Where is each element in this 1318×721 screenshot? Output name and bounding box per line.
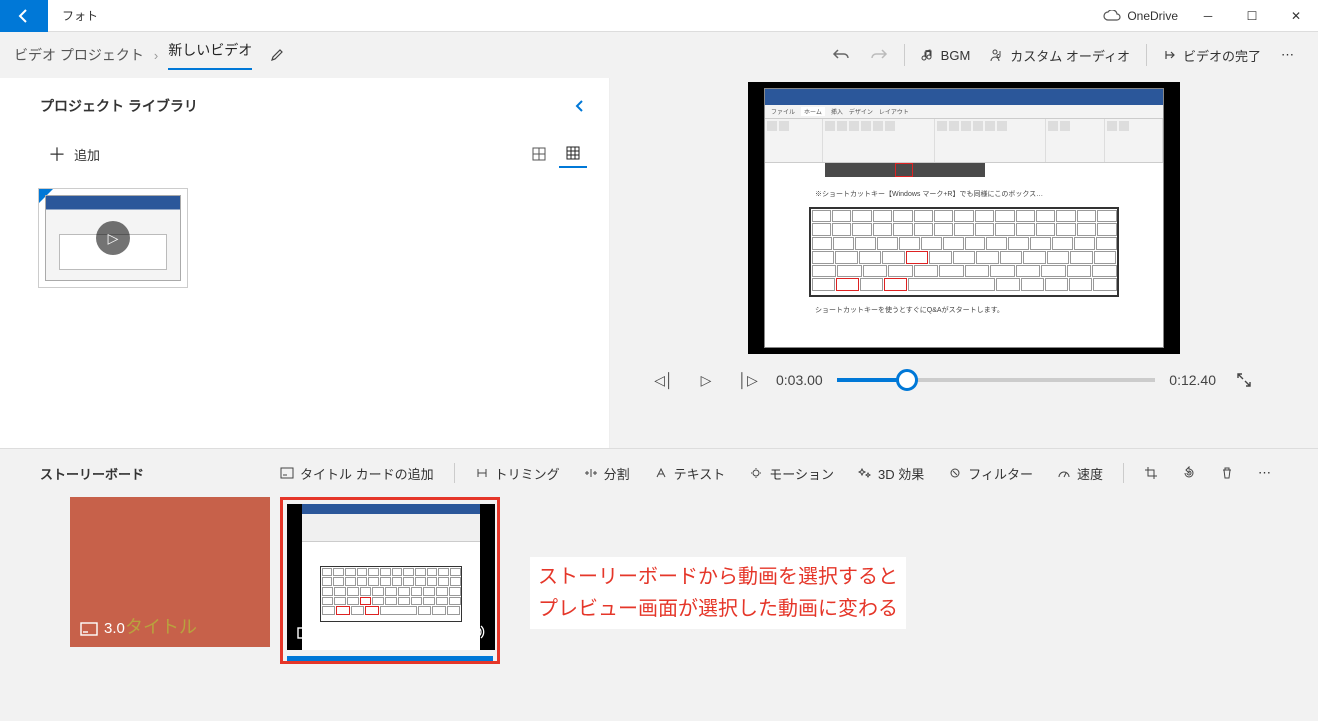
title-card-text: タイトル [125, 613, 197, 639]
motion-button[interactable]: モーション [741, 464, 842, 483]
video-frame: ファイルホーム挿入デザインレイアウト ※ショートカットキー【Windows マー… [764, 88, 1164, 348]
total-time: 0:12.40 [1169, 372, 1216, 388]
trash-icon [1220, 466, 1234, 480]
prev-frame-button[interactable]: ◁│ [650, 366, 678, 394]
split-button[interactable]: 分割 [576, 464, 638, 483]
library-clip-thumbnail[interactable]: ▷ [38, 188, 188, 288]
sparkle-icon [858, 467, 872, 479]
clip-audio-icon [467, 624, 485, 640]
speed-button[interactable]: 速度 [1049, 464, 1111, 483]
selected-clip-highlight: 9.37 [280, 497, 500, 664]
storyboard-title: ストーリーボード [40, 464, 144, 483]
seek-knob[interactable] [896, 369, 918, 391]
divider [1146, 44, 1147, 66]
grid-large-icon [532, 147, 546, 161]
app-title: フォト [62, 7, 98, 24]
crop-icon [1144, 466, 1158, 480]
breadcrumb-current[interactable]: 新しいビデオ [168, 40, 252, 70]
title-card-clip[interactable]: 3.0 タイトル [70, 497, 270, 647]
back-button[interactable] [0, 0, 48, 32]
pencil-icon [270, 48, 284, 62]
rotate-button[interactable] [1174, 466, 1204, 480]
close-button[interactable]: ✕ [1274, 0, 1318, 32]
library-title: プロジェクト ライブラリ [40, 96, 573, 116]
music-icon [921, 48, 935, 62]
card-icon [80, 622, 98, 636]
storyboard-toolbar: ストーリーボード タイトル カードの追加 トリミング 分割 テキスト モーション… [0, 449, 1318, 497]
breadcrumb-root[interactable]: ビデオ プロジェクト [14, 45, 144, 65]
more-button[interactable]: ⋯ [1271, 47, 1304, 63]
redo-icon [870, 46, 888, 64]
maximize-button[interactable]: ☐ [1230, 0, 1274, 32]
storyboard-track: 3.0 タイトル 9.3 [0, 497, 1318, 664]
title-duration-badge: 3.0 [80, 620, 125, 637]
delete-button[interactable] [1212, 466, 1242, 480]
divider [1123, 463, 1124, 483]
annotation-text: ストーリーボードから動画を選択すると プレビュー画面が選択した動画に変わる [530, 557, 906, 629]
trim-icon [475, 467, 489, 479]
text-button[interactable]: テキスト [646, 464, 734, 483]
custom-audio-button[interactable]: カスタム オーディオ [980, 46, 1140, 65]
chevron-right-icon: › [154, 48, 158, 63]
main-area: プロジェクト ライブラリ ＋ 追加 ▷ [0, 78, 1318, 448]
add-title-card-button[interactable]: タイトル カードの追加 [272, 464, 442, 483]
storyboard-more-button[interactable]: ⋯ [1250, 465, 1279, 481]
trim-button[interactable]: トリミング [467, 464, 568, 483]
grid-small-icon [566, 146, 580, 160]
next-frame-button[interactable]: │▷ [734, 366, 762, 394]
card-icon [280, 467, 294, 479]
speaker-icon [467, 624, 485, 640]
add-media-button[interactable]: ＋ 追加 [48, 141, 100, 167]
undo-icon [832, 46, 850, 64]
view-large-button[interactable] [525, 140, 553, 168]
speed-icon [1057, 467, 1071, 479]
storyboard-panel: ストーリーボード タイトル カードの追加 トリミング 分割 テキスト モーション… [0, 448, 1318, 684]
filter-button[interactable]: フィルター [940, 464, 1041, 483]
minimize-button[interactable]: ─ [1186, 0, 1230, 32]
filter-icon [948, 467, 962, 479]
collapse-library-button[interactable] [573, 99, 587, 113]
divider [904, 44, 905, 66]
video-icon [297, 626, 315, 640]
preview-panel: ファイルホーム挿入デザインレイアウト ※ショートカットキー【Windows マー… [610, 78, 1318, 448]
bgm-button[interactable]: BGM [911, 48, 981, 63]
fullscreen-button[interactable] [1230, 366, 1258, 394]
rotate-icon [1182, 466, 1196, 480]
person-music-icon [990, 48, 1004, 62]
video-clip[interactable]: 9.37 [287, 504, 495, 650]
3d-effect-button[interactable]: 3D 効果 [850, 464, 932, 483]
clip-selection-underline [287, 656, 493, 661]
plus-icon: ＋ [48, 141, 66, 167]
text-icon [654, 467, 668, 479]
play-overlay-icon: ▷ [96, 221, 130, 255]
divider [454, 463, 455, 483]
export-icon [1163, 48, 1177, 62]
current-time: 0:03.00 [776, 372, 823, 388]
play-button[interactable]: ▷ [692, 366, 720, 394]
view-small-button[interactable] [559, 140, 587, 168]
seek-bar[interactable] [837, 378, 1156, 382]
undo-button[interactable] [822, 46, 860, 64]
finish-video-button[interactable]: ビデオの完了 [1153, 46, 1271, 65]
split-icon [584, 467, 598, 479]
video-duration-badge: 9.37 [297, 624, 354, 642]
expand-icon [1236, 372, 1252, 388]
motion-icon [749, 467, 763, 479]
cloud-icon [1103, 10, 1121, 22]
chevron-left-icon [573, 99, 587, 113]
header: ビデオ プロジェクト › 新しいビデオ BGM カスタム オーディオ ビデオの完… [0, 32, 1318, 78]
crop-button[interactable] [1136, 466, 1166, 480]
titlebar: フォト OneDrive ─ ☐ ✕ [0, 0, 1318, 32]
player-controls: ◁│ ▷ │▷ 0:03.00 0:12.40 [610, 354, 1318, 394]
onedrive-status[interactable]: OneDrive [1103, 9, 1178, 23]
edit-name-button[interactable] [270, 48, 284, 62]
video-player[interactable]: ファイルホーム挿入デザインレイアウト ※ショートカットキー【Windows マー… [748, 82, 1180, 354]
project-library-panel: プロジェクト ライブラリ ＋ 追加 ▷ [0, 78, 610, 448]
redo-button[interactable] [860, 46, 898, 64]
